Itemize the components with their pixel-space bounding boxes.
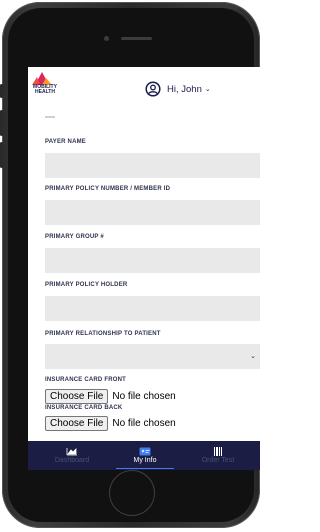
card-back-upload: Choose File No file chosen: [45, 416, 176, 431]
policy-holder-label: PRIMARY POLICY HOLDER: [45, 282, 128, 288]
policy-number-input[interactable]: [45, 200, 260, 225]
choose-file-button[interactable]: Choose File: [45, 416, 109, 431]
payer-name-input[interactable]: [45, 153, 260, 178]
card-back-label: INSURANCE CARD BACK: [45, 405, 123, 411]
nav-label: My Info: [133, 457, 157, 464]
volume-down-button: [0, 142, 3, 168]
nav-order-test[interactable]: Order Test: [183, 441, 253, 470]
user-circle-icon: [145, 81, 161, 97]
relationship-label: PRIMARY RELATIONSHIP TO PATIENT: [45, 331, 161, 337]
nav-dashboard[interactable]: Dashboard: [37, 441, 107, 470]
scroll-fade-text: [45, 116, 55, 118]
active-tab-indicator: [116, 468, 174, 469]
nav-label: Order Test: [201, 457, 235, 464]
app-header: MOBILITY HEALTH Hi, John ⌄: [28, 67, 260, 121]
barcode-icon: [214, 447, 222, 456]
nav-my-info[interactable]: My Info: [110, 441, 180, 470]
card-front-upload: Choose File No file chosen: [45, 389, 176, 404]
app-screen: MOBILITY HEALTH Hi, John ⌄ PAYER NAME PR…: [28, 67, 260, 470]
group-number-label: PRIMARY GROUP #: [45, 234, 104, 240]
front-camera: [104, 36, 109, 41]
volume-up-button: [0, 110, 3, 136]
chevron-down-icon: ⌄: [250, 353, 256, 360]
user-menu[interactable]: Hi, John ⌄: [145, 81, 211, 97]
nav-label: Dashboard: [54, 457, 90, 464]
logo-text: MOBILITY HEALTH: [33, 84, 57, 95]
mute-switch: [0, 84, 3, 98]
group-number-input[interactable]: [45, 248, 260, 273]
chevron-down-icon: ⌄: [204, 86, 211, 93]
card-front-label: INSURANCE CARD FRONT: [45, 377, 126, 383]
payer-name-label: PAYER NAME: [45, 139, 87, 145]
policy-holder-input[interactable]: [45, 296, 260, 321]
policy-number-label: PRIMARY POLICY NUMBER / MEMBER ID: [45, 186, 171, 192]
home-button[interactable]: [109, 470, 155, 516]
id-card-icon: [139, 447, 151, 456]
dashboard-icon: [66, 448, 77, 456]
bottom-nav: Dashboard My Info Order Test: [28, 441, 260, 470]
earpiece-speaker: [121, 37, 152, 40]
relationship-select[interactable]: ⌄: [45, 344, 260, 369]
file-status: No file chosen: [112, 418, 176, 429]
file-status: No file chosen: [112, 391, 176, 402]
user-greeting: Hi, John: [167, 83, 202, 95]
choose-file-button[interactable]: Choose File: [45, 389, 109, 404]
